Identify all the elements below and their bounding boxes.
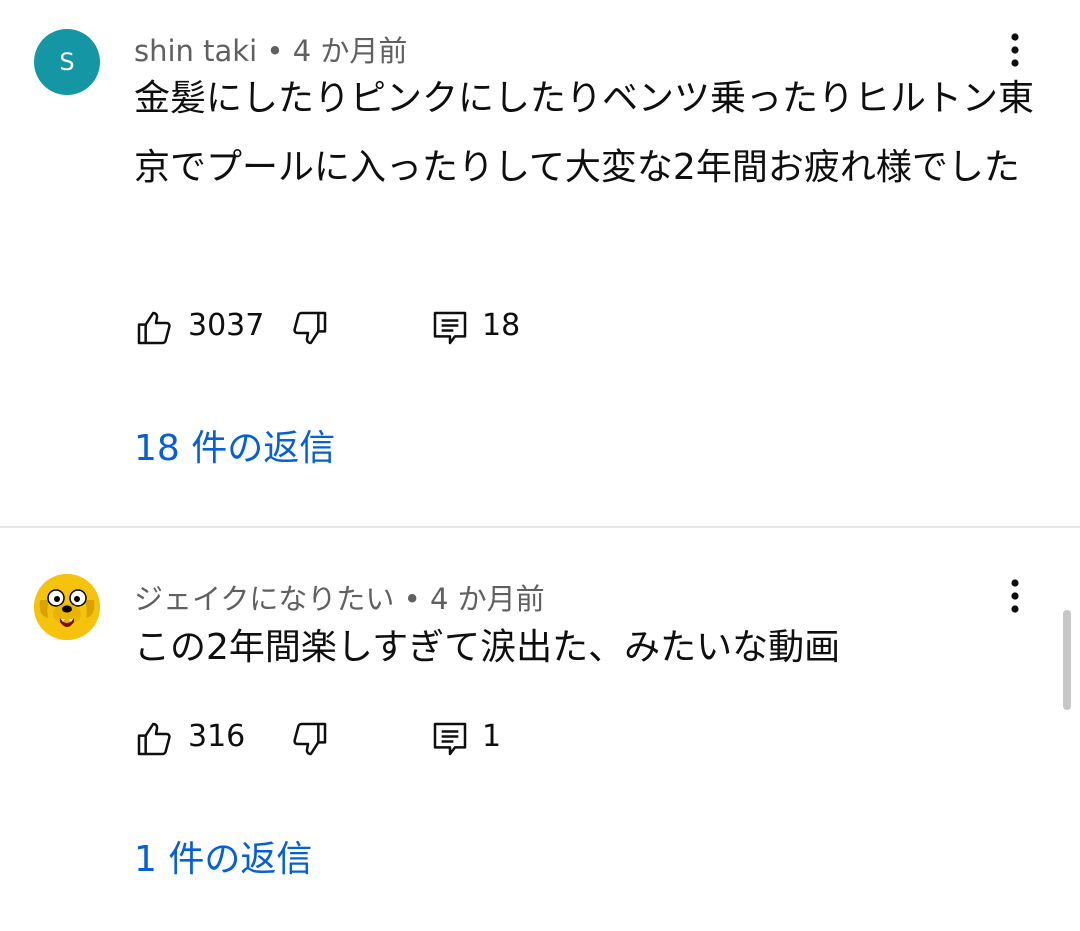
- avatar[interactable]: [34, 574, 100, 640]
- comment-thread: S shin taki • 4 か月前 金髪にしたりピンクにしたりベンツ乗ったり…: [0, 0, 1080, 526]
- comment-actions: 316 1: [134, 713, 734, 761]
- avatar[interactable]: S: [34, 29, 100, 95]
- like-count: 3037: [188, 308, 265, 343]
- thumb-up-icon[interactable]: [134, 719, 174, 759]
- view-replies-button[interactable]: 18 件の返信: [134, 419, 335, 471]
- meta-separator: •: [266, 34, 284, 68]
- comment-text: この2年間楽しすぎて涙出た、みたいな動画: [134, 627, 841, 668]
- author-name[interactable]: ジェイクになりたい: [134, 582, 394, 616]
- comment-thread: ジェイクになりたい • 4 か月前 この2年間楽しすぎて涙出た、みたいな動画 3…: [0, 528, 1080, 931]
- comment-actions: 3037 18: [134, 302, 734, 350]
- reply-icon[interactable]: [430, 719, 470, 759]
- jake-the-dog-avatar: [34, 574, 100, 640]
- comment-time: 4 か月前: [292, 34, 408, 68]
- like-count: 316: [188, 719, 246, 754]
- more-vert-icon[interactable]: [1000, 577, 1030, 617]
- scrollbar-thumb[interactable]: [1063, 610, 1071, 710]
- thumb-up-icon[interactable]: [134, 308, 174, 348]
- reply-count: 1: [482, 719, 502, 754]
- reply-icon[interactable]: [430, 308, 470, 348]
- author-name[interactable]: shin taki: [134, 34, 257, 68]
- comment-time: 4 か月前: [429, 582, 545, 616]
- comment-header: ジェイクになりたい • 4 か月前: [134, 576, 545, 618]
- thumb-down-icon[interactable]: [290, 308, 330, 348]
- comments-page: S shin taki • 4 か月前 金髪にしたりピンクにしたりベンツ乗ったり…: [0, 0, 1080, 931]
- meta-separator: •: [403, 582, 421, 616]
- view-replies-button[interactable]: 1 件の返信: [134, 830, 312, 882]
- avatar-letter: S: [59, 48, 75, 76]
- thumb-down-icon[interactable]: [290, 719, 330, 759]
- comment-text: 金髪にしたりピンクにしたりベンツ乗ったりヒルトン東京でプールに入ったりして大変な…: [134, 78, 1035, 188]
- reply-count: 18: [482, 308, 521, 343]
